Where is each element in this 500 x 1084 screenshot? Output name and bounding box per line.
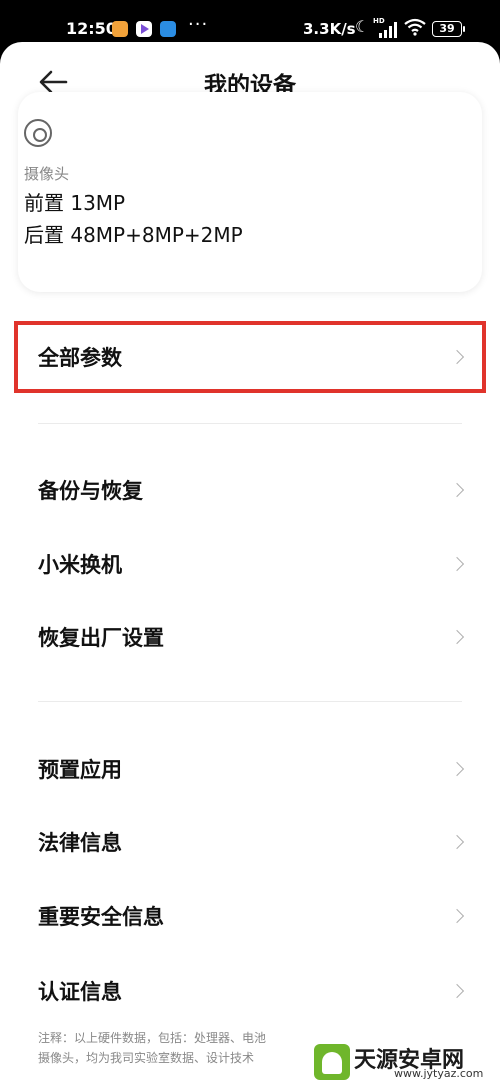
more-notifications-icon: ··· [188,14,209,35]
item-label: 预置应用 [38,758,122,782]
item-label: 法律信息 [38,831,122,855]
chevron-right-icon [449,908,465,924]
mi-mover-item[interactable]: 小米换机 [0,533,500,595]
safety-info-item[interactable]: 重要安全信息 [0,885,500,947]
front-camera-spec: 前置 13MP [24,191,126,215]
item-label: 恢复出厂设置 [38,626,164,650]
chevron-right-icon [449,983,465,999]
item-label: 备份与恢复 [38,479,143,503]
item-label: 重要安全信息 [38,905,164,929]
camera-icon [24,119,52,147]
chevron-right-icon [449,482,465,498]
camera-label: 摄像头 [24,165,70,183]
item-label: 认证信息 [38,980,122,1004]
status-time: 12:50 [66,19,117,38]
chevron-right-icon [449,629,465,645]
my-device-screen: 我的设备 摄像头 前置 13MP 后置 48MP+8MP+2MP 全部参数 备份… [0,42,500,1084]
chevron-right-icon [449,349,465,365]
chevron-right-icon [449,761,465,777]
chevron-right-icon [449,556,465,572]
backup-restore-item[interactable]: 备份与恢复 [0,459,500,521]
divider [38,423,462,424]
all-params-item[interactable]: 全部参数 [0,326,500,388]
notification-app-icon [112,21,128,37]
watermark-logo-icon [314,1044,350,1080]
wifi-icon [404,18,426,41]
watermark-url: www.jytyaz.com [394,1067,484,1080]
network-speed: 3.3K/s [303,20,356,38]
rear-camera-spec: 后置 48MP+8MP+2MP [24,223,243,247]
do-not-disturb-icon: ☾ [355,17,370,36]
chevron-right-icon [449,834,465,850]
certification-info-item[interactable]: 认证信息 [0,960,500,1022]
preinstalled-apps-item[interactable]: 预置应用 [0,738,500,800]
item-label: 小米换机 [38,553,122,577]
chat-app-icon [160,21,176,37]
all-params-label: 全部参数 [38,346,122,370]
video-app-icon [136,21,152,37]
site-watermark: 天源安卓网 www.jytyaz.com [306,1042,500,1084]
battery-icon: 39 [432,21,465,37]
divider [38,701,462,702]
factory-reset-item[interactable]: 恢复出厂设置 [0,606,500,668]
legal-info-item[interactable]: 法律信息 [0,811,500,873]
cell-signal-icon [376,22,398,38]
